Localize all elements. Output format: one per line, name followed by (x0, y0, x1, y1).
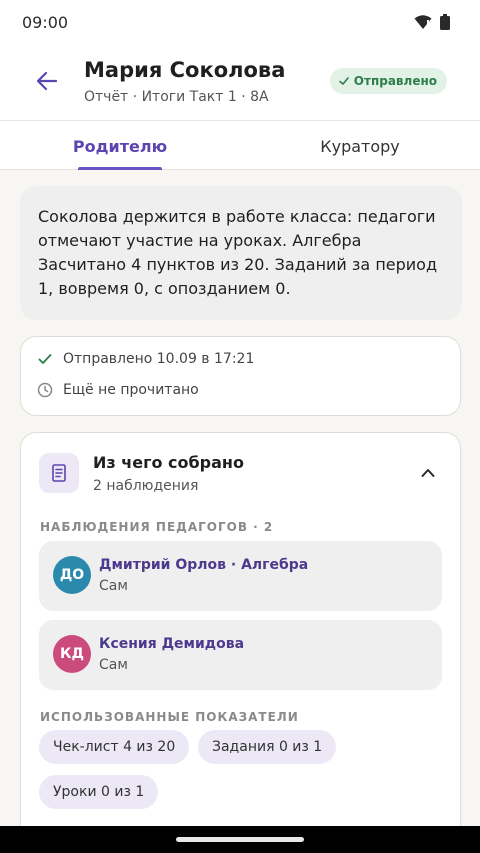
observation-item[interactable]: КД Ксения Демидова Сам (39, 620, 442, 690)
clock-icon (37, 382, 53, 398)
collapse-button[interactable] (416, 461, 440, 485)
read-status-text: Ещё не прочитано (63, 382, 199, 398)
status-badge-label: Отправлено (353, 74, 437, 88)
indicators-label: ИСПОЛЬЗОВАННЫЕ ПОКАЗАТЕЛИ (40, 710, 299, 724)
sent-status: Отправлено 10.09 в 17:21 (37, 351, 254, 367)
check-icon (338, 77, 349, 85)
tab-parent[interactable]: Родителю (0, 121, 240, 171)
wifi-icon (414, 15, 432, 29)
chevron-up-icon (421, 469, 435, 477)
indicator-chip[interactable]: Задания 0 из 1 (198, 730, 337, 764)
status-bar: 09:00 (0, 0, 480, 46)
indicator-chip[interactable]: Уроки 0 из 1 (39, 775, 159, 809)
back-button[interactable] (24, 58, 70, 104)
report-subtitle: Отчёт · Итоги Такт 1 · 8А (84, 89, 269, 105)
status-icons (414, 14, 450, 30)
tab-indicator (78, 167, 162, 170)
check-icon (38, 354, 52, 364)
tab-bar: Родителю Куратору (0, 120, 480, 170)
document-icon (39, 453, 79, 493)
student-name: Мария Соколова (84, 58, 286, 82)
sources-count: 2 наблюдения (93, 478, 199, 494)
report-summary: Соколова держится в работе класса: педаг… (20, 186, 462, 320)
receipt-icon (52, 464, 66, 482)
status-badge: Отправлено (329, 68, 447, 94)
avatar: ДО (53, 556, 91, 594)
app-header: Мария Соколова Отчёт · Итоги Такт 1 · 8А… (0, 46, 480, 120)
observation-author: Дмитрий Орлов · Алгебра (99, 557, 309, 573)
observation-item[interactable]: ДО Дмитрий Орлов · Алгебра Сам (39, 541, 442, 611)
battery-icon (440, 14, 450, 30)
sources-card: Из чего собрано 2 наблюдения НАБЛЮДЕНИЯ … (20, 432, 461, 832)
avatar: КД (53, 635, 91, 673)
tab-curator[interactable]: Куратору (240, 121, 480, 171)
observation-role: Сам (99, 657, 128, 673)
observation-role: Сам (99, 578, 128, 594)
status-time: 09:00 (22, 13, 69, 32)
home-handle[interactable] (176, 837, 304, 842)
sent-status-text: Отправлено 10.09 в 17:21 (63, 351, 255, 367)
delivery-status-card: Отправлено 10.09 в 17:21 Ещё не прочитан… (20, 336, 461, 416)
observation-author: Ксения Демидова (99, 636, 245, 652)
arrow-back-icon (36, 71, 58, 91)
read-status: Ещё не прочитано (37, 382, 199, 398)
system-nav-bar (0, 826, 480, 853)
observations-label: НАБЛЮДЕНИЯ ПЕДАГОГОВ · 2 (40, 520, 274, 534)
sources-title: Из чего собрано (93, 453, 244, 472)
indicator-chip[interactable]: Чек-лист 4 из 20 (39, 730, 190, 764)
